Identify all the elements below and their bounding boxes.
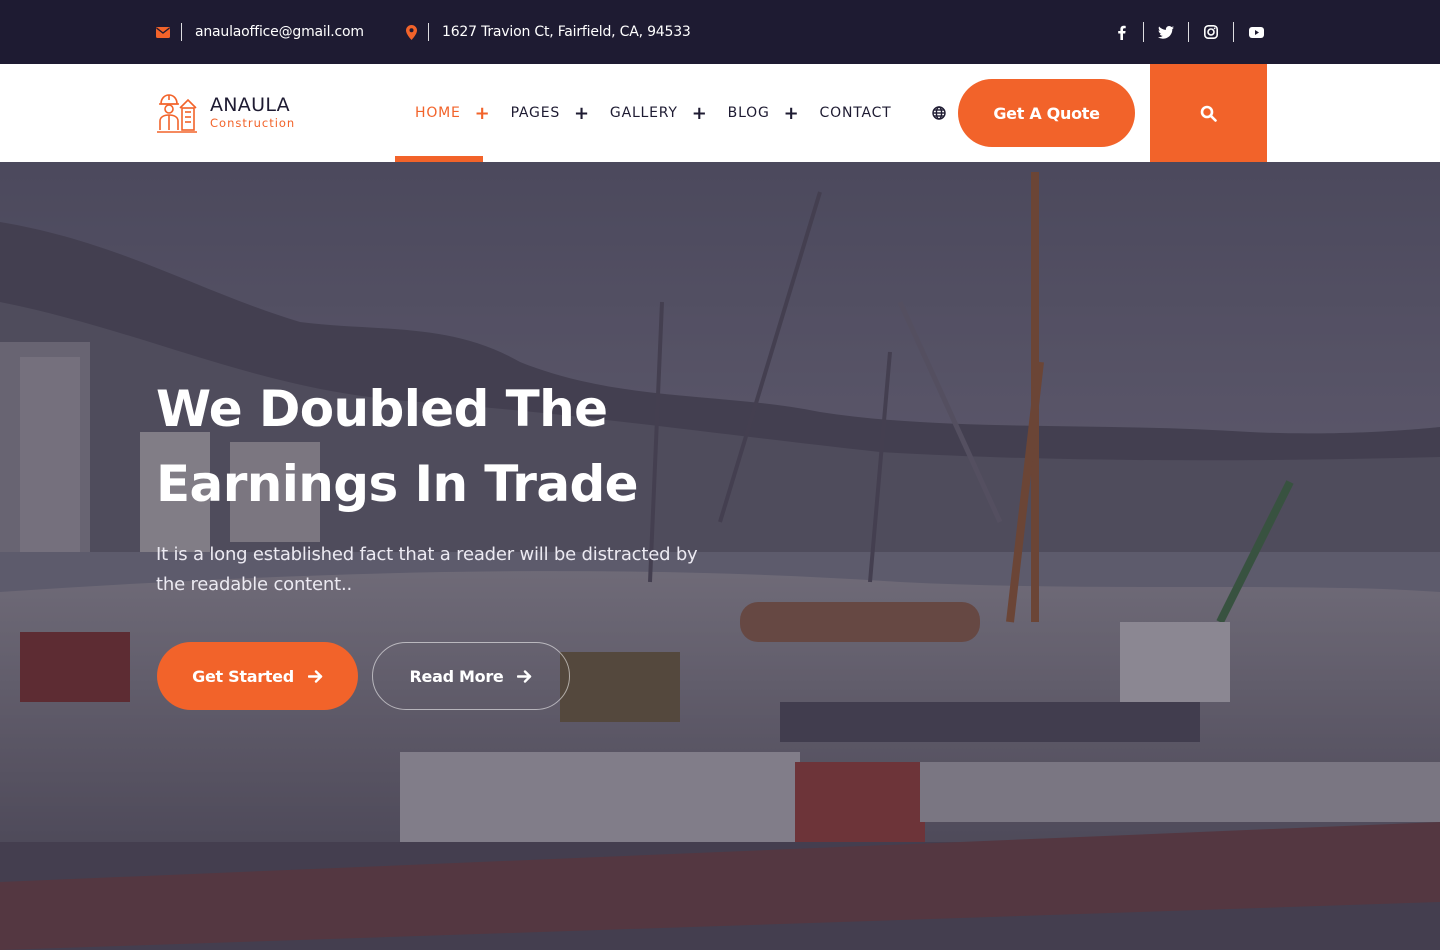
- address-contact: 1627 Travion Ct, Fairfield, CA, 94533: [406, 0, 691, 64]
- get-a-quote-button[interactable]: Get A Quote: [958, 79, 1135, 147]
- globe-icon: [931, 106, 946, 120]
- divider: [1188, 22, 1189, 42]
- logo-name: ANAULA: [210, 94, 290, 116]
- divider: [1143, 22, 1144, 42]
- main-nav: HOME + PAGES + GALLERY + BLOG + CONTACT: [395, 64, 975, 162]
- get-started-button[interactable]: Get Started: [157, 642, 358, 710]
- envelope-icon: [156, 26, 170, 38]
- top-bar: anaulaoffice@gmail.com 1627 Travion Ct, …: [0, 0, 1440, 64]
- nav-label: BLOG: [727, 105, 770, 121]
- arrow-right-icon: [517, 669, 532, 683]
- youtube-icon[interactable]: [1245, 21, 1267, 43]
- search-button[interactable]: [1150, 64, 1267, 162]
- nav-item-home[interactable]: HOME +: [395, 64, 491, 162]
- logo-tagline: Construction: [210, 116, 296, 130]
- plus-icon: +: [691, 102, 708, 124]
- instagram-icon[interactable]: [1200, 21, 1222, 43]
- button-label: Get Started: [192, 666, 294, 686]
- divider: [1233, 22, 1234, 42]
- hero-title-line: Earnings In Trade: [156, 455, 639, 513]
- divider: [181, 23, 182, 41]
- nav-label: HOME: [415, 105, 461, 121]
- facebook-icon[interactable]: [1110, 21, 1132, 43]
- nav-item-blog[interactable]: BLOG +: [708, 64, 800, 162]
- nav-item-pages[interactable]: PAGES +: [491, 64, 590, 162]
- nav-label: PAGES: [510, 105, 561, 121]
- nav-label: GALLERY: [609, 105, 678, 121]
- twitter-icon[interactable]: [1155, 21, 1177, 43]
- hero-description: It is a long established fact that a rea…: [156, 544, 698, 595]
- logo[interactable]: ANAULA Construction: [156, 92, 295, 134]
- hero-section: We Doubled The Earnings In Trade It is a…: [0, 162, 1440, 950]
- social-links: [1110, 0, 1267, 64]
- divider: [428, 23, 429, 41]
- arrow-right-icon: [307, 669, 323, 683]
- hero-title-line: We Doubled The: [156, 380, 608, 438]
- button-label: Read More: [409, 666, 504, 686]
- nav-item-gallery[interactable]: GALLERY +: [590, 64, 708, 162]
- read-more-button[interactable]: Read More: [372, 642, 570, 710]
- plus-icon: +: [783, 102, 800, 124]
- construction-worker-icon: [156, 92, 198, 134]
- plus-icon: +: [474, 102, 491, 124]
- nav-label: CONTACT: [819, 105, 892, 121]
- map-pin-icon: [406, 24, 417, 40]
- nav-item-contact[interactable]: CONTACT: [800, 64, 892, 162]
- email-text[interactable]: anaulaoffice@gmail.com: [195, 24, 364, 40]
- email-contact[interactable]: anaulaoffice@gmail.com: [156, 0, 364, 64]
- hero-title: We Doubled The Earnings In Trade: [156, 372, 796, 522]
- main-header: ANAULA Construction HOME + PAGES + GALLE…: [0, 64, 1440, 162]
- search-icon: [1200, 105, 1217, 122]
- address-text: 1627 Travion Ct, Fairfield, CA, 94533: [442, 24, 691, 40]
- plus-icon: +: [574, 102, 590, 124]
